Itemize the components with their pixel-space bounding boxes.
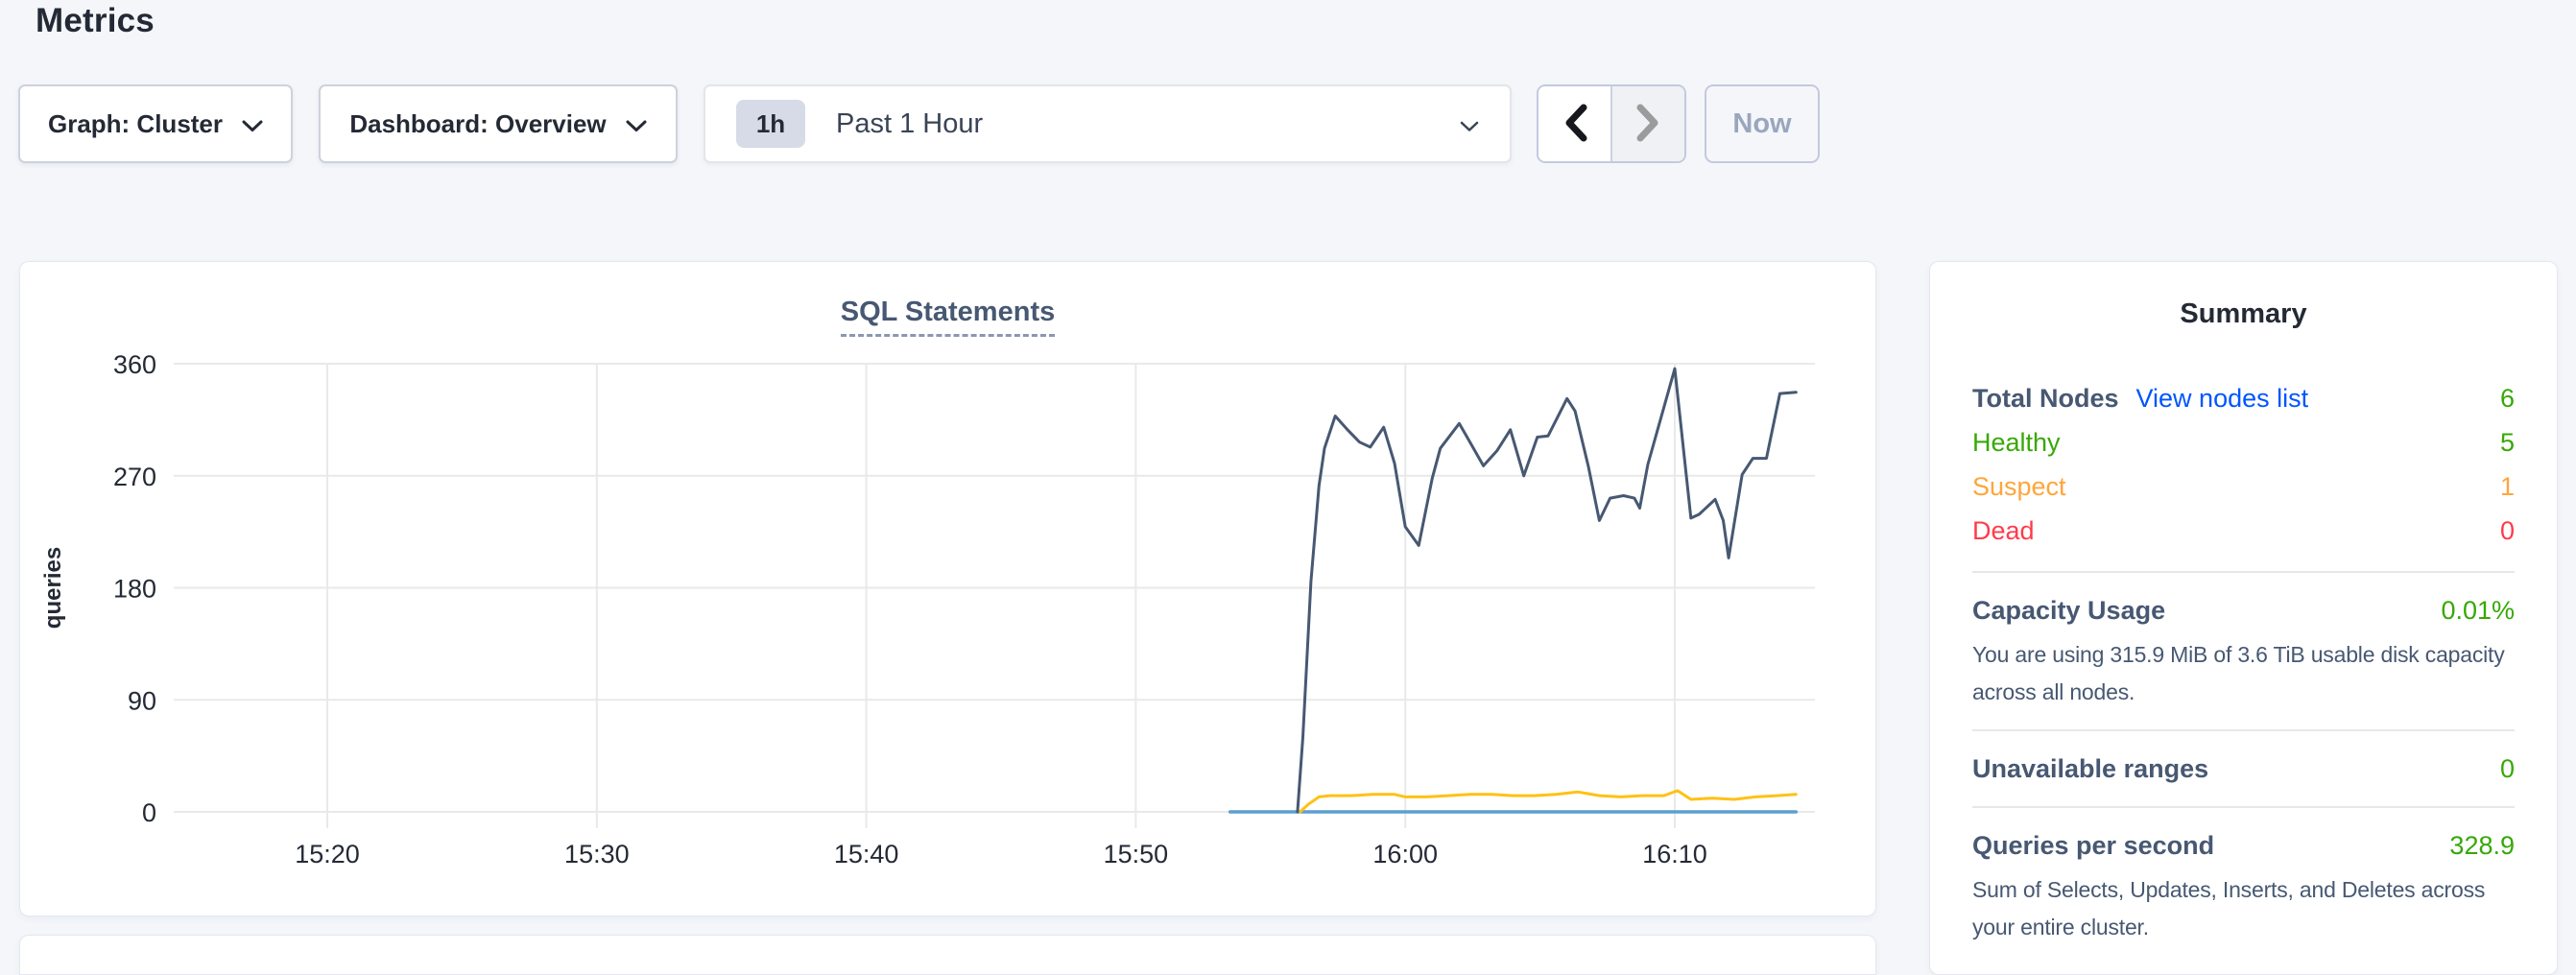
- now-button[interactable]: Now: [1705, 84, 1820, 163]
- unavailable-ranges-value: 0: [2500, 754, 2515, 784]
- dead-value: 0: [2500, 516, 2515, 546]
- time-prev-button[interactable]: [1538, 86, 1610, 161]
- qps-caption: Sum of Selects, Updates, Inserts, and De…: [1972, 871, 2515, 946]
- series-main-dark-blue: [1298, 369, 1796, 812]
- chevron-down-icon: [1460, 108, 1479, 140]
- time-nav-group: [1537, 84, 1686, 163]
- divider: [1972, 806, 2515, 808]
- summary-panel: Summary Total Nodes View nodes list 6 He…: [1929, 261, 2558, 975]
- chevron-down-icon: [242, 109, 263, 139]
- healthy-label: Healthy: [1972, 428, 2061, 458]
- healthy-nodes-row: Healthy 5: [1972, 420, 2515, 464]
- unavailable-ranges-row: Unavailable ranges 0: [1972, 749, 2515, 788]
- capacity-usage-label: Capacity Usage: [1972, 596, 2165, 626]
- chart-title-wrap: SQL Statements: [20, 297, 1875, 328]
- dead-label: Dead: [1972, 516, 2035, 546]
- x-tick-label: 16:10: [1642, 840, 1707, 868]
- next-chart-card: [19, 935, 1876, 975]
- y-tick-label: 360: [113, 350, 156, 379]
- capacity-usage-value: 0.01%: [2441, 596, 2515, 626]
- y-tick-label: 90: [128, 686, 156, 715]
- x-tick-label: 15:30: [564, 840, 630, 868]
- divider: [1972, 729, 2515, 731]
- suspect-label: Suspect: [1972, 472, 2066, 502]
- qps-section: Queries per second 328.9 Sum of Selects,…: [1972, 826, 2515, 946]
- capacity-usage-caption: You are using 315.9 MiB of 3.6 TiB usabl…: [1972, 636, 2515, 711]
- divider: [1972, 571, 2515, 573]
- suspect-value: 1: [2500, 472, 2515, 502]
- dead-nodes-row: Dead 0: [1972, 509, 2515, 553]
- time-range-badge: 1h: [736, 100, 805, 148]
- dashboard-selector-dropdown[interactable]: Dashboard: Overview: [319, 84, 678, 163]
- chart-title[interactable]: SQL Statements: [841, 297, 1055, 337]
- unavailable-ranges-label: Unavailable ranges: [1972, 754, 2208, 784]
- healthy-value: 5: [2500, 428, 2515, 458]
- y-tick-label: 180: [113, 575, 156, 604]
- series-low-yellow: [1300, 791, 1797, 812]
- y-axis-label: queries: [40, 547, 66, 629]
- metrics-page: Metrics Graph: Cluster Dashboard: Overvi…: [0, 0, 2576, 950]
- toolbar: Graph: Cluster Dashboard: Overview 1h Pa…: [18, 84, 1820, 163]
- dashboard-selector-label: Dashboard: Overview: [349, 109, 606, 139]
- chevron-left-icon: [1562, 103, 1588, 146]
- total-nodes-label: Total Nodes: [1972, 384, 2119, 414]
- summary-title: Summary: [1972, 298, 2515, 330]
- y-tick-label: 270: [113, 463, 156, 491]
- chevron-down-icon: [626, 109, 647, 139]
- x-tick-label: 15:50: [1104, 840, 1169, 868]
- y-tick-label: 0: [142, 798, 156, 827]
- total-nodes-row: Total Nodes View nodes list 6: [1972, 376, 2515, 420]
- total-nodes-value: 6: [2500, 384, 2515, 414]
- time-range-selector[interactable]: 1h Past 1 Hour: [704, 84, 1512, 163]
- sql-statements-chart: 0 90 180 270 360 15:20 15:30 15:40 15:50 16:00 16:…: [20, 262, 1877, 917]
- suspect-nodes-row: Suspect 1: [1972, 464, 2515, 509]
- page-title: Metrics: [36, 2, 155, 40]
- sql-statements-chart-card: 0 90 180 270 360 15:20 15:30 15:40 15:50 16:00 16:…: [19, 261, 1876, 916]
- qps-value: 328.9: [2449, 831, 2515, 861]
- view-nodes-list-link[interactable]: View nodes list: [2136, 384, 2309, 414]
- x-tick-label: 15:40: [834, 840, 899, 868]
- x-tick-label: 16:00: [1372, 840, 1438, 868]
- time-range-label: Past 1 Hour: [836, 108, 983, 140]
- capacity-usage-section: Capacity Usage 0.01% You are using 315.9…: [1972, 591, 2515, 711]
- node-rows: Total Nodes View nodes list 6 Healthy 5 …: [1972, 376, 2515, 553]
- time-next-button[interactable]: [1610, 86, 1684, 161]
- graph-selector-label: Graph: Cluster: [48, 109, 223, 139]
- chevron-right-icon: [1635, 103, 1662, 146]
- x-tick-label: 15:20: [295, 840, 360, 868]
- qps-label: Queries per second: [1972, 831, 2214, 861]
- graph-selector-dropdown[interactable]: Graph: Cluster: [18, 84, 293, 163]
